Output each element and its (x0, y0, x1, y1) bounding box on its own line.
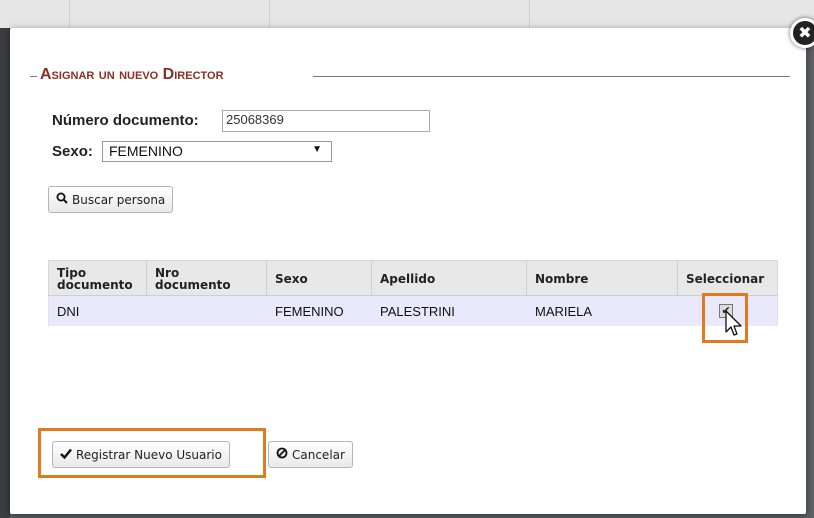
table-header: Tipo documento Nro documento Sexo Apellido… (48, 260, 778, 297)
header-nro-documento: Nro documento (147, 261, 267, 297)
registrar-label: Registrar Nuevo Usuario (76, 447, 222, 462)
cursor-pointer-icon (725, 310, 742, 336)
search-icon (56, 192, 68, 207)
sexo-select[interactable]: FEMENINO ▼ (102, 141, 332, 162)
fieldset-legend: Asignar un nuevo Director (30, 66, 790, 86)
backdrop-table-strip (0, 0, 814, 28)
table-row[interactable]: DNI FEMENINO PALESTRINI MARIELA ✔ (48, 296, 778, 326)
backdrop-cell (270, 0, 530, 28)
sexo-selected-value: FEMENINO (109, 143, 183, 159)
backdrop (0, 0, 10, 518)
cancelar-label: Cancelar (292, 447, 345, 462)
cell-nombre: MARIELA (535, 303, 593, 319)
cancelar-button[interactable]: Cancelar (268, 441, 353, 468)
buscar-label: Buscar persona (72, 192, 166, 207)
header-apellido: Apellido (372, 261, 527, 297)
close-icon[interactable]: ✖ (790, 18, 814, 48)
check-icon (60, 448, 72, 462)
legend-divider-right (313, 76, 790, 77)
cancel-icon (276, 447, 288, 462)
buscar-persona-button[interactable]: Buscar persona (48, 186, 174, 213)
documento-value: 25068369 (226, 112, 284, 127)
backdrop-cell (10, 0, 70, 28)
personas-table: Tipo documento Nro documento Sexo Apellido… (48, 260, 778, 326)
documento-label: Número documento: (52, 112, 199, 129)
cell-apellido: PALESTRINI (380, 303, 455, 319)
documento-input[interactable]: 25068369 (222, 110, 430, 132)
header-seleccionar: Seleccionar (686, 272, 765, 286)
backdrop-cell (70, 0, 270, 28)
header-sexo: Sexo (267, 261, 372, 297)
dropdown-arrow-icon: ▼ (312, 144, 322, 155)
section-title: Asignar un nuevo Director (40, 66, 224, 83)
registrar-nuevo-usuario-button[interactable]: Registrar Nuevo Usuario (52, 441, 230, 468)
header-nombre: Nombre (527, 261, 678, 297)
cell-tipo: DNI (57, 303, 80, 319)
legend-divider-left (30, 76, 37, 77)
cell-nro (147, 296, 267, 326)
sexo-label: Sexo: (52, 143, 93, 160)
header-tipo-documento: Tipo documento (49, 261, 147, 297)
cell-sexo: FEMENINO (275, 303, 344, 319)
input-overlay (303, 121, 429, 131)
